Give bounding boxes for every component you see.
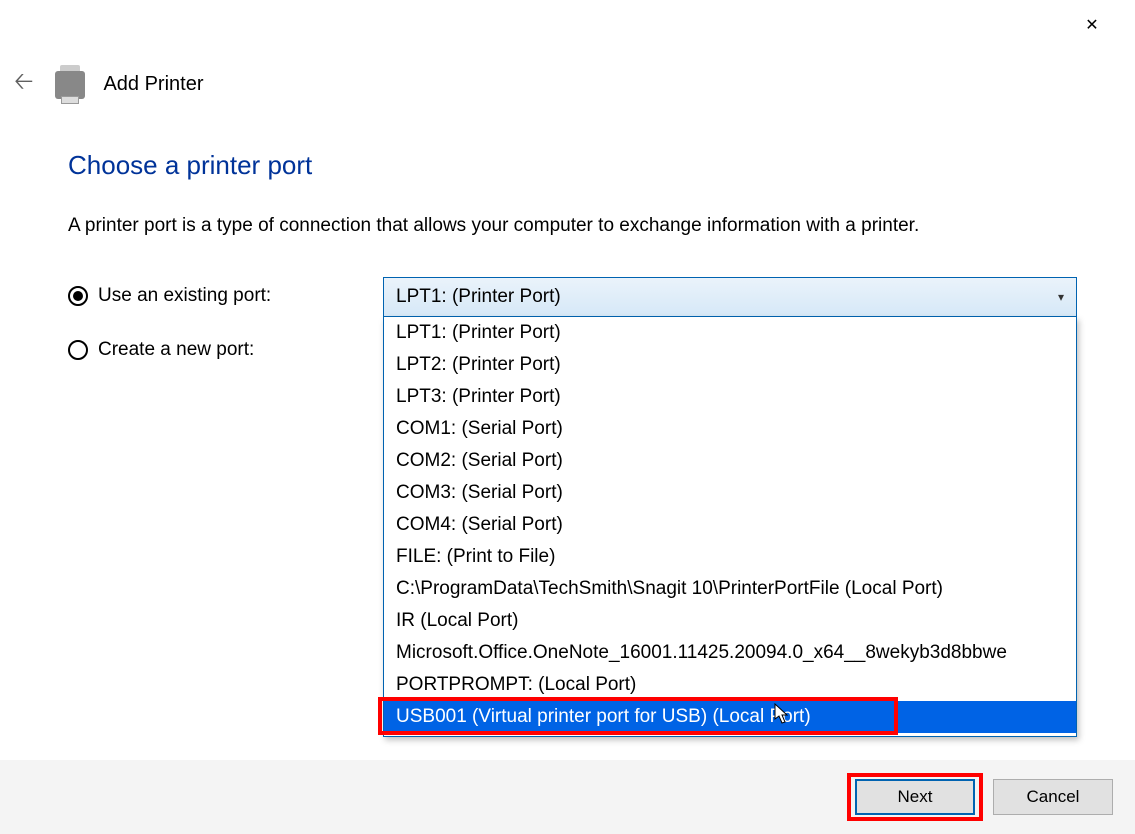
- port-combobox-button[interactable]: LPT1: (Printer Port) ▾: [383, 277, 1077, 317]
- radio-use-existing-port[interactable]: Use an existing port:: [68, 285, 383, 307]
- port-option[interactable]: USB001 (Virtual printer port for USB) (L…: [384, 701, 1076, 733]
- port-combobox-list[interactable]: LPT1: (Printer Port)LPT2: (Printer Port)…: [383, 317, 1077, 737]
- printer-icon: [55, 71, 85, 99]
- back-button[interactable]: 🡠: [10, 60, 37, 109]
- radio-label: Use an existing port:: [98, 285, 271, 307]
- radio-create-new-port[interactable]: Create a new port:: [68, 339, 383, 361]
- step-description: A printer port is a type of connection t…: [68, 215, 1095, 237]
- port-option[interactable]: LPT2: (Printer Port): [384, 349, 1076, 381]
- port-option[interactable]: FILE: (Print to File): [384, 541, 1076, 573]
- port-option[interactable]: COM1: (Serial Port): [384, 413, 1076, 445]
- port-option[interactable]: COM3: (Serial Port): [384, 477, 1076, 509]
- radio-icon: [68, 286, 88, 306]
- port-option[interactable]: LPT1: (Printer Port): [384, 317, 1076, 349]
- port-option[interactable]: USB002 (Virtual printer port for USB) (L…: [384, 733, 1076, 737]
- port-combobox-value: LPT1: (Printer Port): [396, 286, 561, 308]
- port-option[interactable]: C:\ProgramData\TechSmith\Snagit 10\Print…: [384, 573, 1076, 605]
- step-heading: Choose a printer port: [68, 150, 1095, 181]
- port-combobox[interactable]: LPT1: (Printer Port) ▾ LPT1: (Printer Po…: [383, 277, 1077, 737]
- next-button[interactable]: Next: [855, 779, 975, 815]
- cancel-button[interactable]: Cancel: [993, 779, 1113, 815]
- chevron-down-icon: ▾: [1058, 290, 1064, 304]
- port-option[interactable]: IR (Local Port): [384, 605, 1076, 637]
- port-option[interactable]: COM2: (Serial Port): [384, 445, 1076, 477]
- port-option[interactable]: LPT3: (Printer Port): [384, 381, 1076, 413]
- wizard-title: Add Printer: [103, 73, 203, 96]
- radio-label: Create a new port:: [98, 339, 254, 361]
- port-option[interactable]: COM4: (Serial Port): [384, 509, 1076, 541]
- port-option[interactable]: PORTPROMPT: (Local Port): [384, 669, 1076, 701]
- port-option[interactable]: Microsoft.Office.OneNote_16001.11425.200…: [384, 637, 1076, 669]
- close-button[interactable]: ✕: [1069, 9, 1115, 41]
- radio-icon: [68, 340, 88, 360]
